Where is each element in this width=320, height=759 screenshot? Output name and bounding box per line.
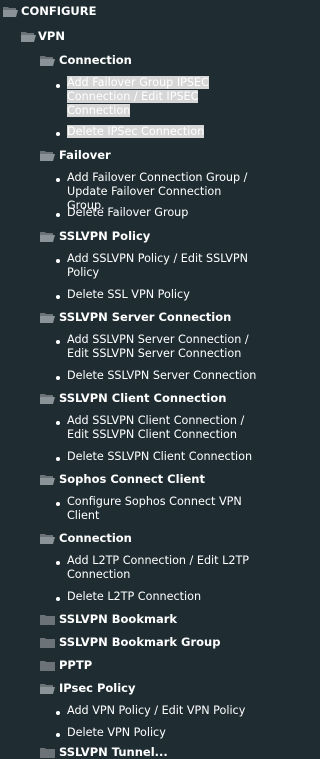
folder-open-icon [40, 231, 55, 242]
list-bullet [56, 502, 60, 506]
list-bullet [56, 457, 60, 461]
list-bullet [56, 213, 60, 217]
list-bullet [56, 376, 60, 380]
folder-icon [40, 637, 55, 648]
tree-item-delete-l2tp[interactable]: Delete L2TP Connection [67, 590, 257, 604]
folder-icon [40, 747, 55, 758]
tree-node-failover[interactable]: Failover [59, 148, 111, 162]
tree-item-delete-sslvpn-client[interactable]: Delete SSLVPN Client Connection [67, 450, 261, 464]
folder-open-icon [40, 55, 55, 66]
tree-item-add-vpn-policy[interactable]: Add VPN Policy / Edit VPN Policy [67, 704, 257, 718]
tree-item-add-l2tp[interactable]: Add L2TP Connection / Edit L2TP Connecti… [67, 554, 257, 582]
folder-open-icon [40, 474, 55, 485]
list-bullet [56, 340, 60, 344]
list-bullet [56, 561, 60, 565]
tree-item-delete-vpn-policy[interactable]: Delete VPN Policy [67, 726, 257, 740]
tree-item-delete-failover-group[interactable]: Delete Failover Group [67, 206, 257, 220]
list-bullet [56, 733, 60, 737]
tree-item-add-sslvpn-client[interactable]: Add SSLVPN Client Connection / Edit SSLV… [67, 414, 257, 442]
tree-item-add-sslvpn-policy[interactable]: Add SSLVPN Policy / Edit SSLVPN Policy [67, 252, 257, 280]
tree-node-configure[interactable]: CONFIGURE [21, 4, 96, 18]
tree-node-sophos-connect-client[interactable]: Sophos Connect Client [59, 472, 205, 486]
tree-node-cut-off[interactable]: SSLVPN Tunnel... [59, 745, 168, 759]
list-bullet [56, 178, 60, 182]
tree-item-add-sslvpn-server[interactable]: Add SSLVPN Server Connection / Edit SSLV… [67, 333, 257, 361]
folder-open-icon [40, 683, 55, 694]
tree-node-ipsec-policy[interactable]: IPsec Policy [59, 681, 136, 695]
folder-open-icon [21, 31, 36, 42]
navigation-tree: CONFIGURE VPN Connection Add Failover Gr… [0, 0, 263, 759]
folder-open-icon [40, 393, 55, 404]
tree-item-delete-sslvpn-server[interactable]: Delete SSLVPN Server Connection [67, 369, 261, 383]
tree-node-sslvpn-policy[interactable]: SSLVPN Policy [59, 229, 150, 243]
list-bullet [56, 597, 60, 601]
tree-item-add-failover-ipsec[interactable]: Add Failover Group IPSEC Connection / Ed… [67, 76, 243, 118]
folder-open-icon [40, 533, 55, 544]
list-bullet [56, 132, 60, 136]
tree-node-sslvpn-client-connection[interactable]: SSLVPN Client Connection [59, 391, 226, 405]
tree-item-configure-sophos[interactable]: Configure Sophos Connect VPN Client [67, 495, 257, 523]
folder-icon [40, 660, 55, 671]
tree-item-delete-ssl-vpn-policy[interactable]: Delete SSL VPN Policy [67, 288, 257, 302]
tree-node-l2tp-connection[interactable]: Connection [59, 531, 132, 545]
folder-open-icon [40, 150, 55, 161]
list-bullet [56, 259, 60, 263]
list-bullet [56, 84, 60, 88]
list-bullet [56, 295, 60, 299]
tree-node-sslvpn-bookmark[interactable]: SSLVPN Bookmark [59, 612, 177, 626]
tree-node-sslvpn-server-connection[interactable]: SSLVPN Server Connection [59, 310, 231, 324]
tree-node-pptp[interactable]: PPTP [59, 658, 92, 672]
tree-node-vpn[interactable]: VPN [38, 29, 65, 43]
folder-icon [40, 614, 55, 625]
list-bullet [56, 421, 60, 425]
tree-node-connection[interactable]: Connection [59, 53, 132, 67]
list-bullet [56, 711, 60, 715]
tree-item-delete-ipsec[interactable]: Delete IPSec Connection [67, 125, 243, 139]
folder-open-icon [40, 312, 55, 323]
folder-open-icon [3, 6, 18, 17]
tree-node-sslvpn-bookmark-group[interactable]: SSLVPN Bookmark Group [59, 635, 220, 649]
